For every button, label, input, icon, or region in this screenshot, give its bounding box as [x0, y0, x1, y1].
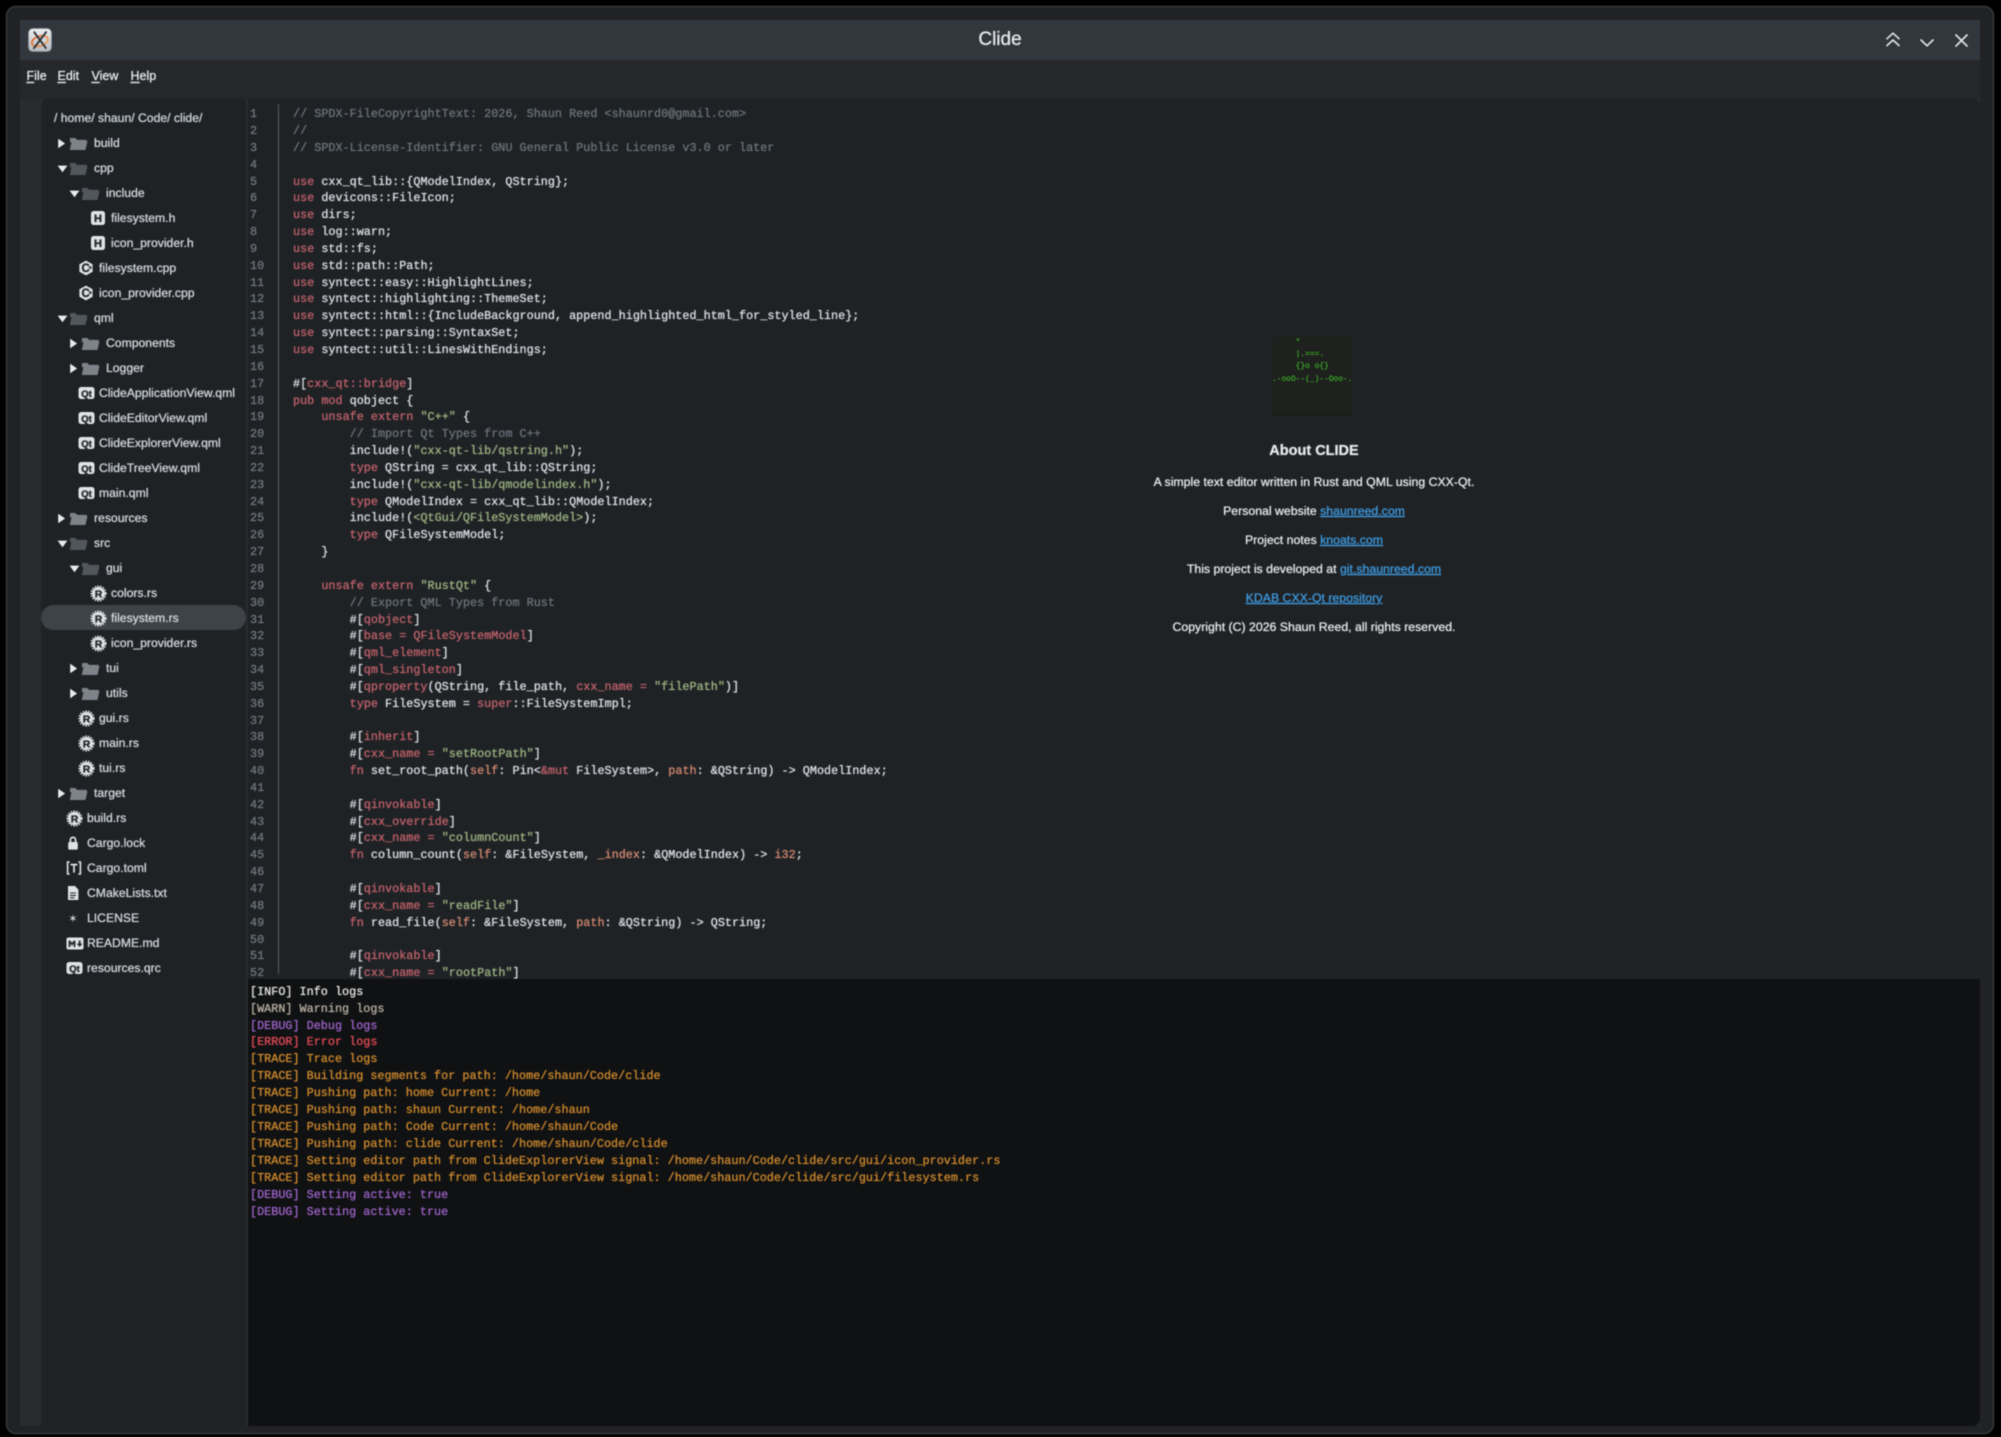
- svg-text:R: R: [95, 588, 103, 600]
- svg-text:Qt: Qt: [81, 489, 92, 500]
- svg-text:C: C: [81, 288, 89, 300]
- svg-text:R: R: [71, 813, 79, 825]
- svg-text:R: R: [95, 638, 103, 650]
- svg-text:H: H: [94, 238, 102, 250]
- svg-text:Qt: Qt: [81, 389, 92, 400]
- svg-text:C: C: [81, 263, 89, 275]
- svg-text:Qt: Qt: [81, 414, 92, 425]
- svg-text:Qt: Qt: [69, 964, 80, 975]
- svg-text:H: H: [94, 213, 102, 225]
- svg-text:R: R: [95, 613, 103, 625]
- svg-text:Qt: Qt: [81, 464, 92, 475]
- svg-text:R: R: [83, 763, 91, 775]
- svg-text:R: R: [83, 738, 91, 750]
- svg-text:Qt: Qt: [81, 439, 92, 450]
- svg-text:✶: ✶: [68, 914, 78, 926]
- svg-text:R: R: [83, 713, 91, 725]
